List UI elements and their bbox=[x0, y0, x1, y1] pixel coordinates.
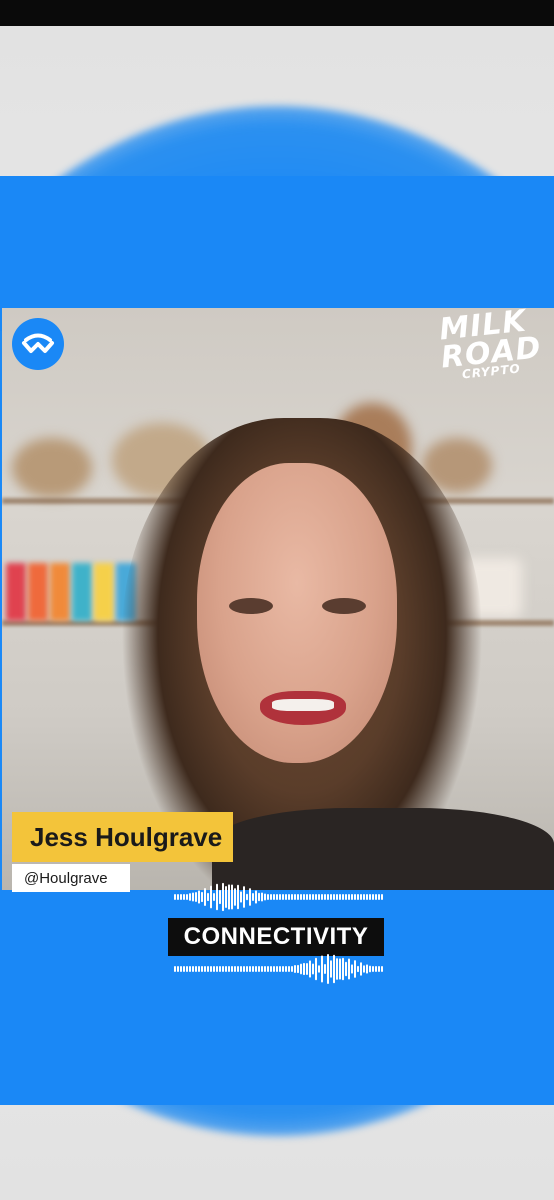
video-player[interactable] bbox=[2, 308, 554, 890]
eye bbox=[322, 598, 366, 614]
book bbox=[94, 563, 114, 621]
shelf-decor bbox=[12, 438, 92, 498]
brand-logo: MILK ROAD CRYPTO bbox=[437, 304, 543, 382]
book bbox=[28, 563, 48, 621]
audio-waveform-icon bbox=[174, 953, 383, 985]
audio-waveform-icon bbox=[174, 882, 383, 912]
speaker-handle: @Houlgrave bbox=[12, 864, 130, 892]
walletconnect-logo-icon bbox=[12, 318, 64, 370]
book bbox=[50, 563, 70, 621]
book bbox=[6, 563, 26, 621]
status-bar bbox=[0, 0, 554, 26]
topic-title: CONNECTIVITY bbox=[168, 918, 384, 956]
speaker-name-plate: Jess Houlgrave bbox=[12, 812, 233, 862]
speaker-face bbox=[197, 463, 397, 763]
speaker-shirt bbox=[212, 808, 554, 890]
book bbox=[72, 563, 92, 621]
mouth bbox=[260, 691, 346, 725]
eye bbox=[229, 598, 273, 614]
